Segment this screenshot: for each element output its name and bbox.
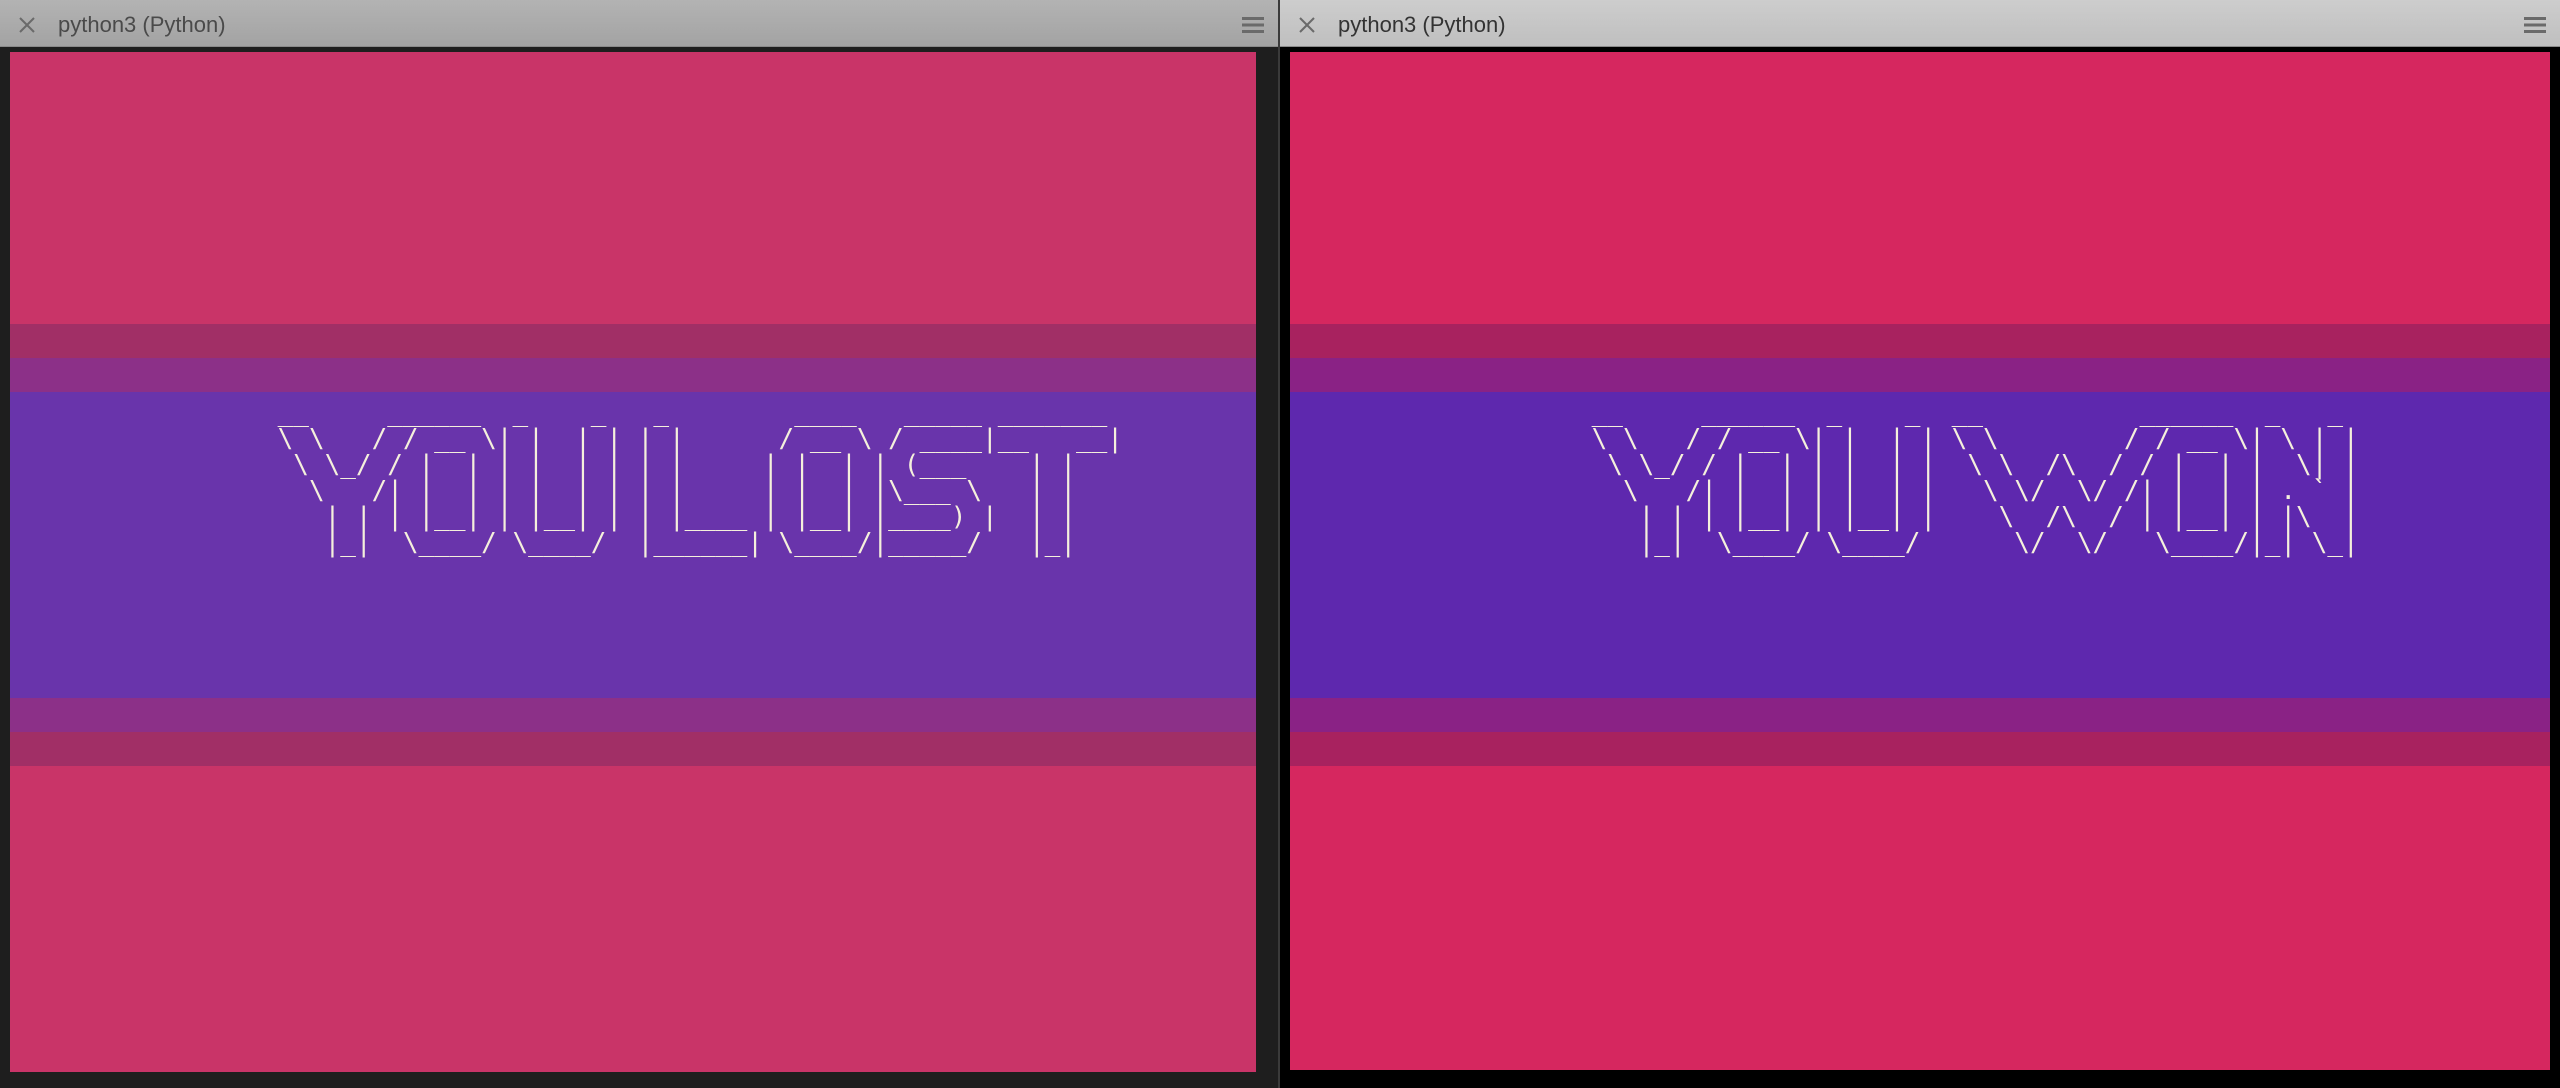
close-icon[interactable] [17,15,37,35]
tab-header: python3 (Python) [1280,0,2560,47]
game-screen-you-won: __ ______ _ _ __ ______ _ _ \ \ / / __ \… [1290,52,2550,1070]
mid-stripe [10,358,1256,392]
tab-header: python3 (Python) [0,0,1278,47]
ascii-line: |_| \____/ \____/ |______| \____/|_____/… [262,528,1123,558]
hamburger-menu-icon[interactable] [2524,16,2546,34]
ascii-line: |_| \____/ \____/ \/ \/ \____/|_| \_| [1576,528,2359,558]
bottom-pink-band [10,766,1256,1072]
bottom-pink-band [1290,766,2550,1070]
tab-title[interactable]: python3 (Python) [1338,12,1506,38]
dark-stripe [1290,732,2550,766]
mid-stripe [1290,358,2550,392]
hamburger-menu-icon[interactable] [1242,16,1264,34]
game-screen-you-lost: __ ______ _ _ _ ____ _____ _______ \ \ /… [10,52,1256,1072]
dark-stripe [10,732,1256,766]
tab-title[interactable]: python3 (Python) [58,12,226,38]
left-notebook-pane: python3 (Python) __ ______ _ _ _ ____ __… [0,0,1278,1088]
dark-stripe [1290,324,2550,358]
right-notebook-pane: python3 (Python) __ ______ _ _ __ ______… [1280,0,2560,1088]
you-lost-ascii-banner: __ ______ _ _ _ ____ _____ _______ \ \ /… [262,400,1123,556]
top-pink-band [10,52,1256,324]
mid-stripe [1290,698,2550,732]
close-icon[interactable] [1297,15,1317,35]
dark-stripe [10,324,1256,358]
you-won-ascii-banner: __ ______ _ _ __ ______ _ _ \ \ / / __ \… [1576,400,2359,556]
mid-stripe [10,698,1256,732]
top-pink-band [1290,52,2550,324]
